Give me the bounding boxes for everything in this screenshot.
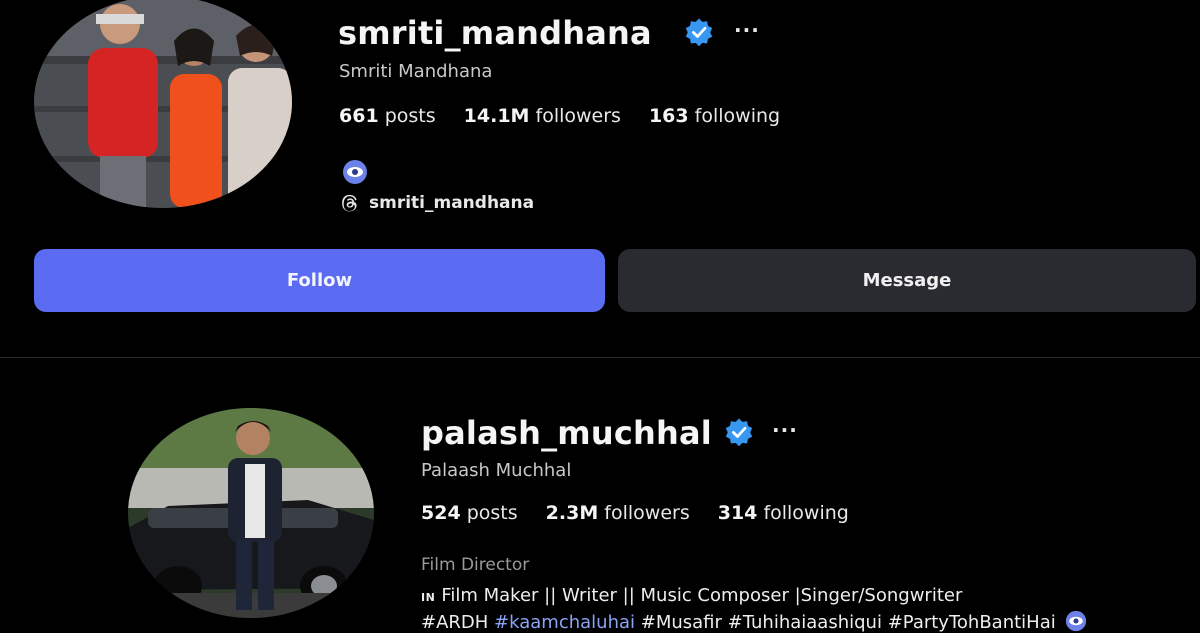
stat-followers[interactable]: 2.3M followers bbox=[546, 502, 690, 524]
verified-badge-icon bbox=[725, 418, 753, 447]
posts-count: 661 bbox=[339, 105, 379, 127]
stat-posts: 524 posts bbox=[421, 502, 518, 524]
stat-following[interactable]: 314 following bbox=[718, 502, 849, 524]
section-divider bbox=[0, 357, 1200, 358]
posts-label: posts bbox=[384, 105, 436, 127]
following-label: following bbox=[694, 105, 781, 127]
more-options-icon[interactable]: ··· bbox=[772, 418, 798, 442]
profile-header-smriti: smriti_mandhana ··· Smriti Mandhana 661 … bbox=[0, 0, 1200, 340]
followers-count: 14.1M bbox=[463, 105, 530, 127]
profile-stats: 524 posts 2.3M followers 314 following bbox=[421, 502, 849, 524]
message-button[interactable]: Message bbox=[618, 249, 1196, 312]
posts-label: posts bbox=[466, 502, 518, 524]
profile-username: smriti_mandhana bbox=[338, 14, 652, 52]
verified-badge-icon bbox=[685, 18, 713, 47]
profile-avatar[interactable] bbox=[128, 408, 374, 618]
threads-link[interactable]: smriti_mandhana bbox=[339, 192, 534, 214]
eye-emoji-icon bbox=[1066, 610, 1087, 632]
stat-posts: 661 posts bbox=[339, 105, 436, 127]
threads-handle: smriti_mandhana bbox=[369, 193, 535, 213]
eye-emoji-icon bbox=[343, 160, 367, 184]
threads-icon bbox=[342, 194, 357, 212]
avatar-photo-icon bbox=[128, 408, 374, 618]
follow-button[interactable]: Follow bbox=[34, 249, 605, 312]
followers-label: followers bbox=[604, 502, 690, 524]
profile-full-name: Palaash Muchhal bbox=[421, 460, 572, 481]
avatar-photo-icon bbox=[34, 0, 292, 208]
profile-header-palash: palash_muchhal ··· Palaash Muchhal 524 p… bbox=[0, 360, 1200, 633]
following-count: 314 bbox=[717, 502, 758, 524]
profile-username: palash_muchhal bbox=[421, 414, 712, 452]
profile-stats: 661 posts 14.1M followers 163 following bbox=[339, 105, 780, 127]
followers-label: followers bbox=[535, 105, 621, 127]
followers-count: 2.3M bbox=[545, 502, 599, 524]
stat-following[interactable]: 163 following bbox=[649, 105, 780, 127]
more-options-icon[interactable]: ··· bbox=[734, 18, 760, 42]
following-label: following bbox=[763, 502, 849, 524]
bio-line-1: IN Film Maker || Writer || Music Composer… bbox=[421, 585, 962, 606]
following-count: 163 bbox=[648, 105, 689, 127]
profile-category: Film Director bbox=[421, 555, 530, 575]
profile-full-name: Smriti Mandhana bbox=[339, 61, 493, 82]
stat-followers[interactable]: 14.1M followers bbox=[464, 105, 621, 127]
profile-avatar[interactable] bbox=[34, 0, 292, 208]
posts-count: 524 bbox=[421, 502, 461, 524]
bio-text: Film Maker || Writer || Music Composer |… bbox=[441, 585, 963, 606]
india-flag-icon: IN bbox=[421, 591, 436, 604]
